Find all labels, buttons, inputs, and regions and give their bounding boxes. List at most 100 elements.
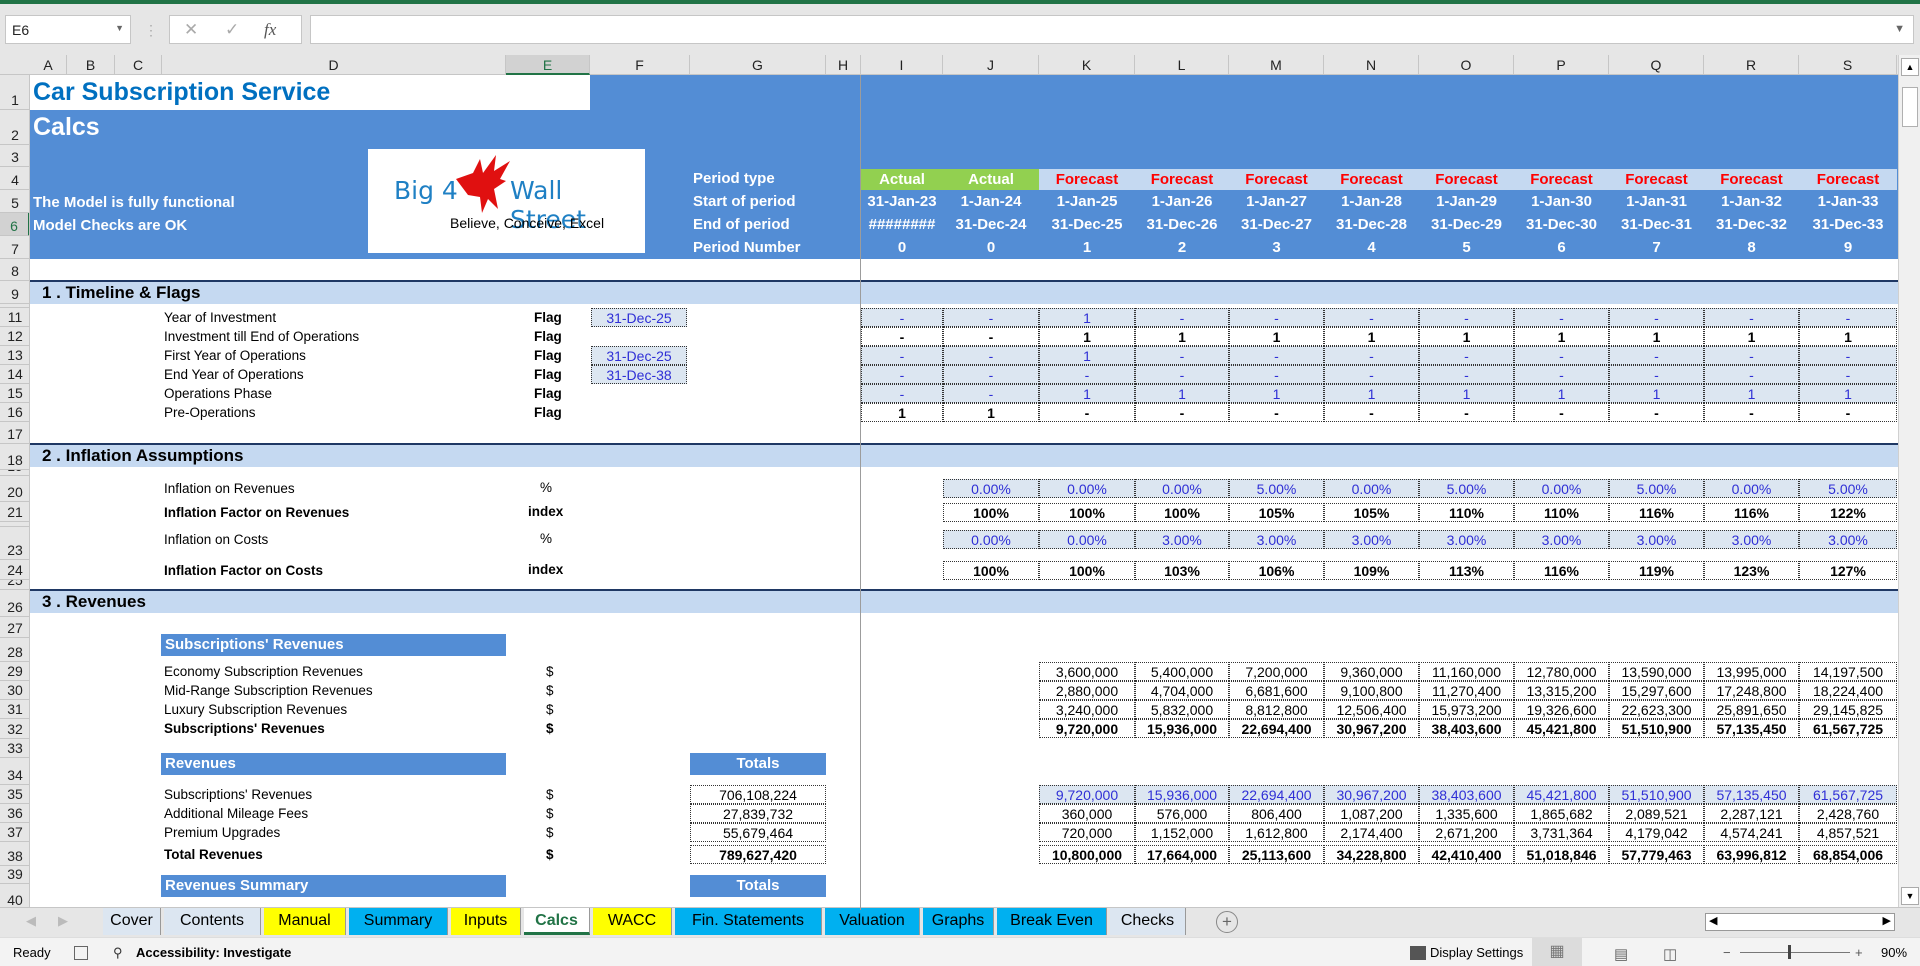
inflation-value[interactable]: 0.00% bbox=[1324, 479, 1419, 498]
flag-value[interactable]: - bbox=[861, 384, 943, 403]
subscription-value[interactable]: 3,240,000 bbox=[1039, 700, 1135, 719]
row-header-18[interactable]: 18 bbox=[0, 444, 29, 470]
subscription-value[interactable]: 15,973,200 bbox=[1419, 700, 1514, 719]
row-header-1[interactable]: 1 bbox=[0, 75, 29, 110]
flag-value[interactable]: - bbox=[1324, 365, 1419, 384]
enter-icon[interactable]: ✓ bbox=[225, 20, 239, 40]
row-header-23[interactable]: 23 bbox=[0, 527, 29, 560]
subscription-value[interactable]: 2,880,000 bbox=[1039, 681, 1135, 700]
row-header-31[interactable]: 31 bbox=[0, 700, 29, 719]
inflation-value[interactable]: 5.00% bbox=[1609, 479, 1704, 498]
revenue-value[interactable]: 720,000 bbox=[1039, 823, 1135, 842]
name-box[interactable]: E6 ▼ bbox=[5, 15, 131, 44]
flag-value[interactable]: 1 bbox=[1609, 327, 1704, 346]
scroll-down-icon[interactable]: ▼ bbox=[1901, 887, 1919, 905]
flag-value[interactable]: - bbox=[1799, 308, 1897, 327]
inflation-value[interactable]: 119% bbox=[1609, 561, 1704, 580]
inflation-value[interactable]: 5.00% bbox=[1799, 479, 1897, 498]
sheet-tab-contents[interactable]: Contents bbox=[164, 908, 261, 935]
subscription-value[interactable]: 7,200,000 bbox=[1229, 662, 1324, 681]
inflation-value[interactable]: 100% bbox=[1039, 503, 1135, 522]
inflation-value[interactable]: 3.00% bbox=[1135, 530, 1229, 549]
flag-value[interactable]: 1 bbox=[1704, 384, 1799, 403]
flag-value[interactable]: - bbox=[1135, 308, 1229, 327]
row-header-8[interactable]: 8 bbox=[0, 259, 29, 281]
flag-value[interactable]: - bbox=[943, 365, 1039, 384]
row-header-14[interactable]: 14 bbox=[0, 365, 29, 384]
revenue-value[interactable]: 22,694,400 bbox=[1229, 785, 1324, 804]
flag-value[interactable]: - bbox=[1229, 403, 1324, 422]
row-header-38[interactable]: 38 bbox=[0, 842, 29, 866]
revenue-value[interactable]: 2,428,760 bbox=[1799, 804, 1897, 823]
revenue-value[interactable]: 34,228,800 bbox=[1324, 845, 1419, 864]
flag-value[interactable]: - bbox=[1039, 403, 1135, 422]
row-header-20[interactable]: 20 bbox=[0, 476, 29, 502]
flag-value[interactable]: 1 bbox=[1229, 384, 1324, 403]
hscroll-right-icon[interactable]: ▶ bbox=[1883, 914, 1891, 927]
inflation-value[interactable]: 105% bbox=[1324, 503, 1419, 522]
flag-value[interactable]: 1 bbox=[1039, 384, 1135, 403]
sheet-tab-break-even[interactable]: Break Even bbox=[997, 908, 1107, 935]
flag-value[interactable]: 1 bbox=[1039, 346, 1135, 365]
row-header-6[interactable]: 6 bbox=[0, 213, 29, 236]
flag-value[interactable]: 1 bbox=[1419, 327, 1514, 346]
flag-value[interactable]: - bbox=[1704, 346, 1799, 365]
flag-value[interactable]: - bbox=[1229, 346, 1324, 365]
inflation-value[interactable]: 109% bbox=[1324, 561, 1419, 580]
sheet-tab-valuation[interactable]: Valuation bbox=[825, 908, 920, 935]
inflation-value[interactable]: 105% bbox=[1229, 503, 1324, 522]
row-header-4[interactable]: 4 bbox=[0, 167, 29, 190]
revenue-value[interactable]: 51,018,846 bbox=[1514, 845, 1609, 864]
inflation-value[interactable]: 100% bbox=[1039, 561, 1135, 580]
row-header-24[interactable]: 24 bbox=[0, 560, 29, 580]
cancel-icon[interactable]: ✕ bbox=[184, 20, 198, 40]
subscription-value[interactable]: 8,812,800 bbox=[1229, 700, 1324, 719]
subscription-value[interactable]: 22,623,300 bbox=[1609, 700, 1704, 719]
flag-value[interactable]: - bbox=[861, 365, 943, 384]
revenue-value[interactable]: 2,671,200 bbox=[1419, 823, 1514, 842]
subscription-value[interactable]: 12,506,400 bbox=[1324, 700, 1419, 719]
row-header-27[interactable]: 27 bbox=[0, 617, 29, 638]
inflation-value[interactable]: 0.00% bbox=[1039, 479, 1135, 498]
tab-scroll-right-icon[interactable]: ▶ bbox=[58, 913, 68, 929]
revenue-value[interactable]: 30,967,200 bbox=[1324, 785, 1419, 804]
subscription-value[interactable]: 51,510,900 bbox=[1609, 719, 1704, 738]
flag-value[interactable]: - bbox=[1704, 308, 1799, 327]
add-sheet-icon[interactable]: + bbox=[1216, 911, 1238, 933]
flag-value[interactable]: 1 bbox=[1799, 384, 1897, 403]
row-header-26[interactable]: 26 bbox=[0, 590, 29, 617]
flag-value[interactable]: - bbox=[1419, 365, 1514, 384]
flag-value[interactable]: - bbox=[1514, 346, 1609, 365]
subscription-value[interactable]: 19,326,600 bbox=[1514, 700, 1609, 719]
subscription-value[interactable]: 22,694,400 bbox=[1229, 719, 1324, 738]
revenue-value[interactable]: 4,857,521 bbox=[1799, 823, 1897, 842]
horizontal-scrollbar[interactable]: ◀ ▶ bbox=[1705, 913, 1895, 931]
page-break-icon[interactable]: ◫ bbox=[1663, 945, 1677, 963]
inflation-value[interactable]: 0.00% bbox=[1514, 479, 1609, 498]
display-settings[interactable]: Display Settings bbox=[1430, 945, 1523, 960]
row-header-13[interactable]: 13 bbox=[0, 346, 29, 365]
hscroll-left-icon[interactable]: ◀ bbox=[1709, 914, 1717, 927]
inflation-value[interactable]: 0.00% bbox=[1704, 479, 1799, 498]
row-header-3[interactable]: 3 bbox=[0, 145, 29, 167]
row-header-28[interactable]: 28 bbox=[0, 638, 29, 662]
revenue-value[interactable]: 4,179,042 bbox=[1609, 823, 1704, 842]
revenue-value[interactable]: 63,996,812 bbox=[1704, 845, 1799, 864]
page-layout-icon[interactable]: ▤ bbox=[1614, 945, 1628, 963]
inflation-value[interactable]: 116% bbox=[1704, 503, 1799, 522]
revenue-value[interactable]: 57,779,463 bbox=[1609, 845, 1704, 864]
sheet-tab-calcs[interactable]: Calcs bbox=[524, 908, 590, 935]
subscription-value[interactable]: 25,891,650 bbox=[1704, 700, 1799, 719]
column-header-s[interactable]: S bbox=[1799, 55, 1897, 75]
sheet-tab-checks[interactable]: Checks bbox=[1110, 908, 1186, 935]
revenue-value[interactable]: 68,854,006 bbox=[1799, 845, 1897, 864]
sheet-tab-fin-statements[interactable]: Fin. Statements bbox=[675, 908, 822, 935]
revenue-value[interactable]: 45,421,800 bbox=[1514, 785, 1609, 804]
flag-value[interactable]: - bbox=[943, 327, 1039, 346]
subscription-value[interactable]: 12,780,000 bbox=[1514, 662, 1609, 681]
subscription-value[interactable]: 18,224,400 bbox=[1799, 681, 1897, 700]
flag-value[interactable]: - bbox=[1799, 403, 1897, 422]
subscription-value[interactable]: 61,567,725 bbox=[1799, 719, 1897, 738]
flag-value[interactable]: 1 bbox=[1324, 384, 1419, 403]
revenue-value[interactable]: 1,335,600 bbox=[1419, 804, 1514, 823]
